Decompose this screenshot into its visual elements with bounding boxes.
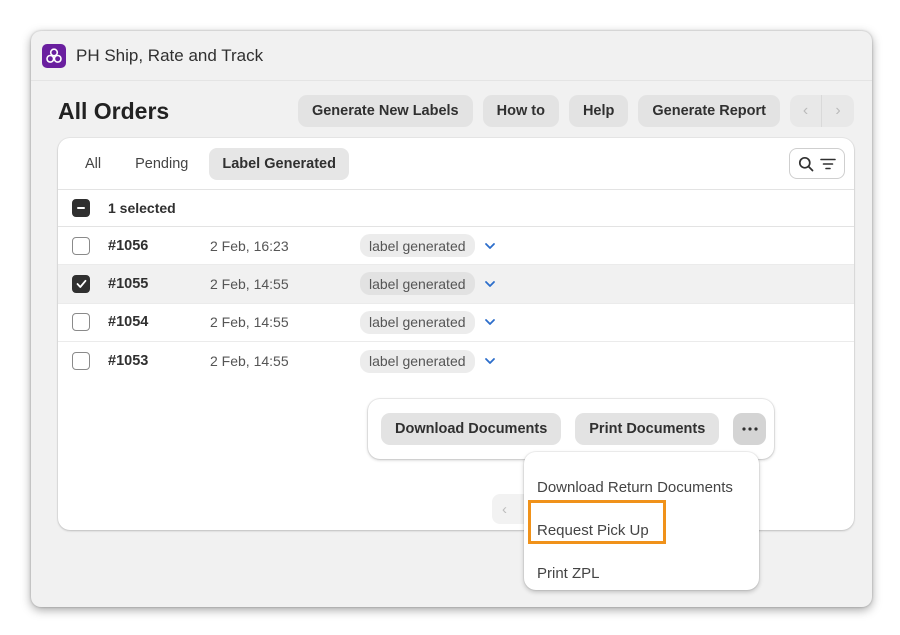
order-id[interactable]: #1055: [108, 276, 210, 292]
order-date: 2 Feb, 16:23: [210, 237, 289, 254]
how-to-button[interactable]: How to: [482, 95, 559, 127]
row-checkbox[interactable]: [72, 352, 90, 371]
order-row[interactable]: #1056 2 Feb, 16:23 label generated: [58, 227, 854, 266]
more-actions-menu: Download Return Documents Request Pick U…: [524, 452, 759, 590]
chevron-left-icon[interactable]: ‹: [790, 95, 822, 127]
chevron-down-icon[interactable]: [483, 315, 497, 329]
order-date: 2 Feb, 14:55: [210, 353, 289, 370]
app-title: PH Ship, Rate and Track: [76, 45, 264, 65]
search-icon: [798, 156, 814, 171]
checkmark-icon: [76, 279, 86, 288]
row-checkbox[interactable]: [72, 274, 90, 293]
tab-pending[interactable]: Pending: [122, 148, 201, 180]
minus-icon: [77, 207, 85, 209]
app-logo-icon: [42, 43, 66, 68]
generate-new-labels-button[interactable]: Generate New Labels: [297, 95, 473, 127]
page-title: All Orders: [58, 98, 170, 124]
status-tabs: All Pending Label Generated: [72, 148, 349, 180]
tab-label-generated[interactable]: Label Generated: [209, 148, 349, 180]
app-window: PH Ship, Rate and Track All Orders Gener…: [31, 31, 872, 607]
tab-all[interactable]: All: [72, 148, 114, 180]
chevron-down-icon[interactable]: [483, 277, 497, 291]
search-filter-button[interactable]: [789, 148, 845, 179]
header-pager: ‹ ›: [790, 95, 854, 127]
order-row[interactable]: #1055 2 Feb, 14:55 label generated: [58, 265, 854, 304]
chevron-down-icon[interactable]: [483, 239, 497, 253]
help-button[interactable]: Help: [568, 95, 629, 127]
order-row[interactable]: #1054 2 Feb, 14:55 label generated: [58, 304, 854, 342]
more-actions-button[interactable]: [733, 413, 767, 445]
status-badge: label generated: [360, 349, 475, 373]
bulk-action-bar: Download Documents Print Documents: [368, 399, 774, 459]
print-documents-button[interactable]: Print Documents: [575, 413, 720, 445]
order-date: 2 Feb, 14:55: [210, 314, 289, 331]
order-id[interactable]: #1056: [108, 238, 210, 254]
orders-list: #1056 2 Feb, 16:23 label generated #1055…: [58, 227, 854, 380]
chevron-left-icon: ‹: [502, 500, 507, 518]
order-id[interactable]: #1054: [108, 314, 210, 330]
generate-report-button[interactable]: Generate Report: [638, 95, 780, 127]
title-bar: PH Ship, Rate and Track: [31, 31, 872, 81]
order-row[interactable]: #1053 2 Feb, 14:55 label generated: [58, 342, 854, 380]
chevron-right-icon[interactable]: ›: [822, 95, 854, 127]
menu-item-request-pick-up[interactable]: Request Pick Up: [524, 509, 759, 552]
chevron-down-icon[interactable]: [483, 354, 497, 368]
order-id[interactable]: #1053: [108, 353, 210, 369]
bulk-select-row: 1 selected: [58, 189, 854, 227]
download-documents-button[interactable]: Download Documents: [381, 413, 562, 445]
select-all-checkbox[interactable]: [72, 199, 90, 217]
selected-count: 1 selected: [108, 200, 176, 216]
row-checkbox[interactable]: [72, 313, 90, 332]
status-badge: label generated: [360, 272, 475, 296]
status-badge: label generated: [360, 234, 475, 258]
order-date: 2 Feb, 14:55: [210, 275, 289, 292]
filter-icon: [820, 158, 836, 169]
row-checkbox[interactable]: [72, 236, 90, 255]
menu-item-print-zpl[interactable]: Print ZPL: [524, 552, 759, 595]
header-actions: Generate New Labels How to Help Generate…: [297, 95, 854, 127]
menu-item-download-return-documents[interactable]: Download Return Documents: [524, 466, 759, 509]
more-horizontal-icon: [742, 427, 758, 431]
status-badge: label generated: [360, 310, 475, 334]
